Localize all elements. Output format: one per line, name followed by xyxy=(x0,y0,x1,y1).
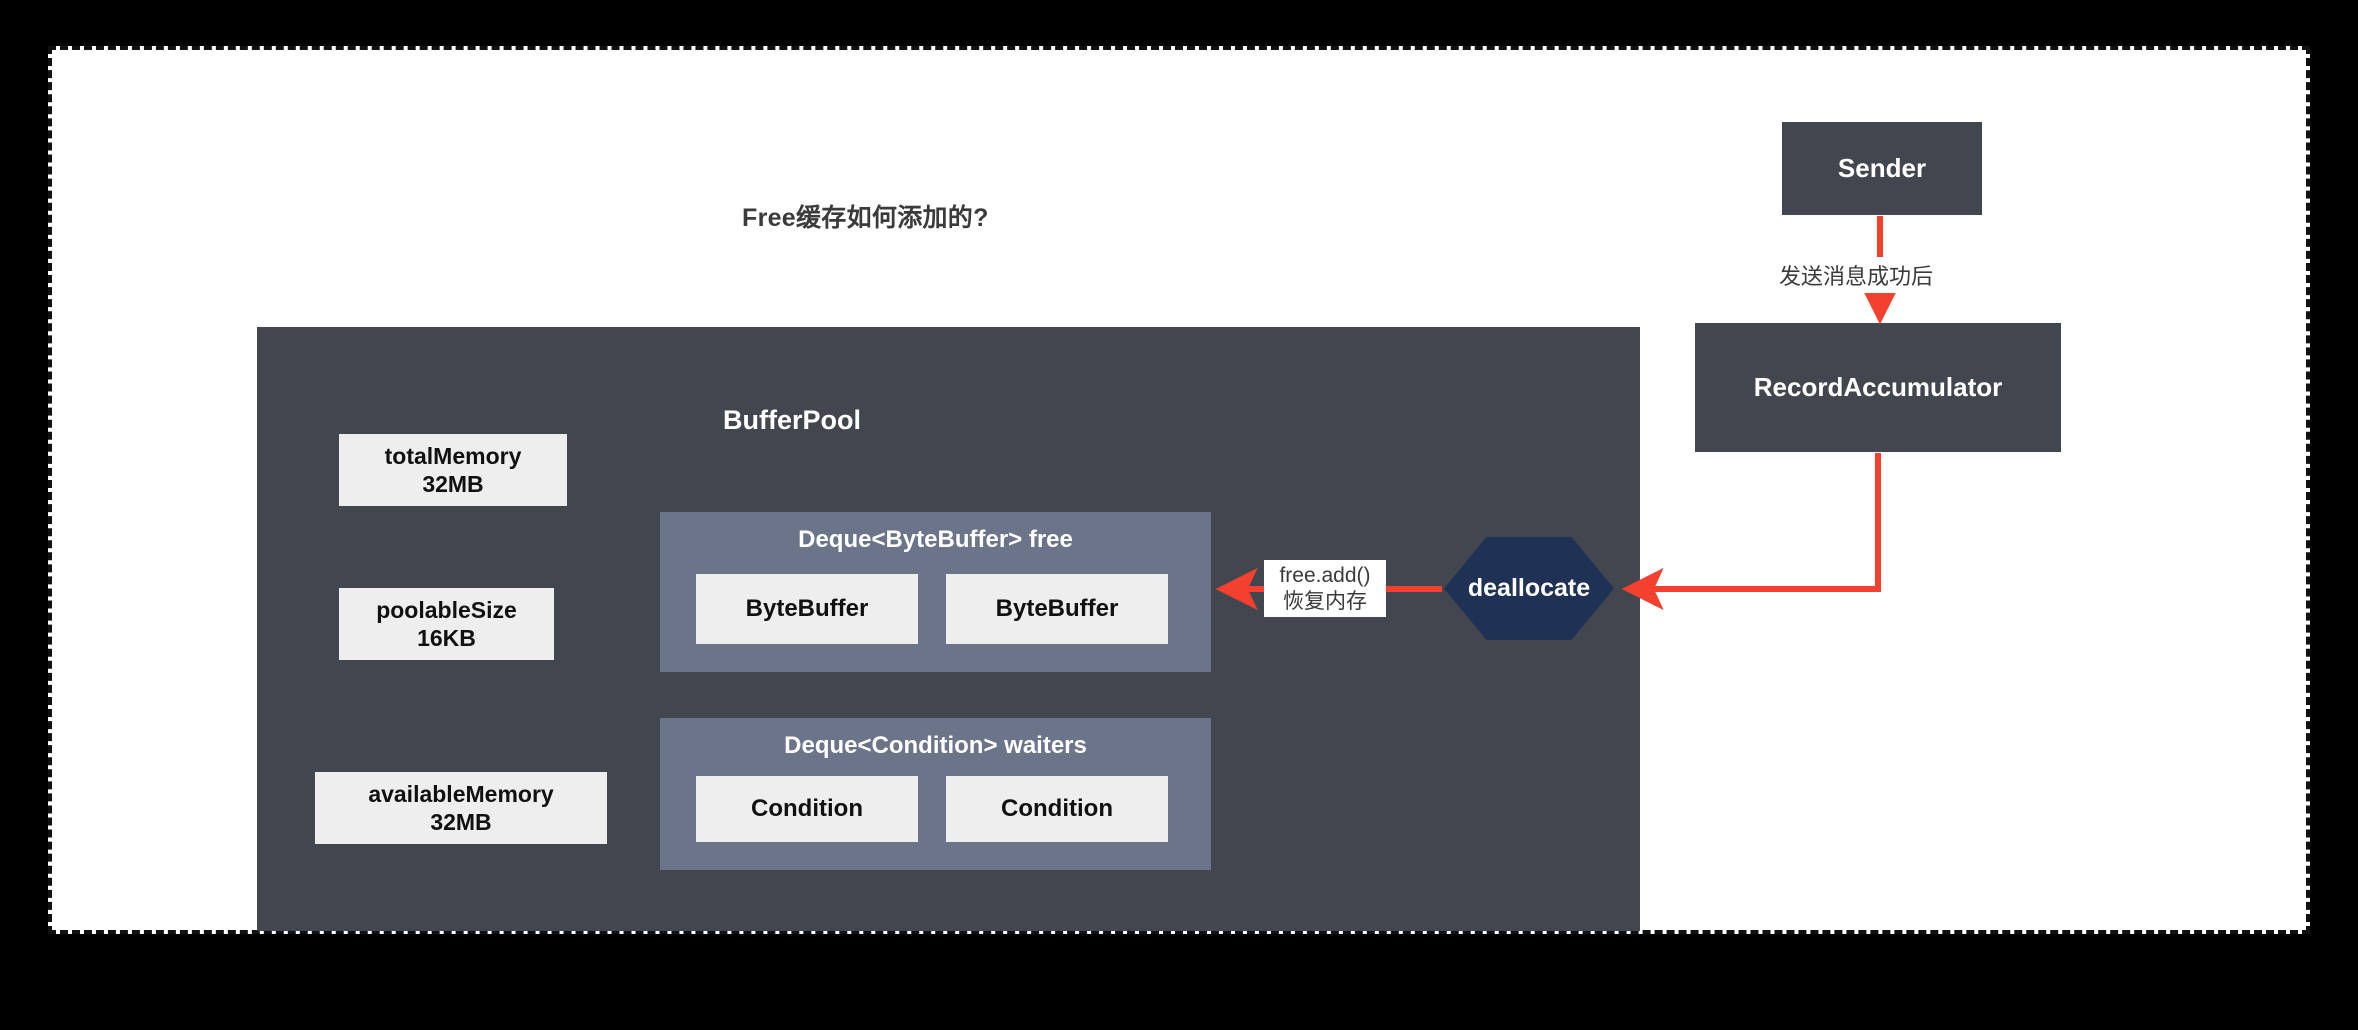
edge-label-free-add-line2: 恢复内存 xyxy=(1283,589,1367,613)
property-box-available-memory: availableMemory 32MB xyxy=(315,772,607,844)
diagram-sheet: Free缓存如何添加的? BufferPool totalMemory 32MB… xyxy=(48,46,2310,934)
deque-free-container: Deque<ByteBuffer> free ByteBuffer ByteBu… xyxy=(660,512,1211,672)
node-sender: Sender xyxy=(1782,122,1982,215)
property-box-poolable-size: poolableSize 16KB xyxy=(339,588,554,660)
node-record-accumulator: RecordAccumulator xyxy=(1695,323,2061,452)
deque-free-item: ByteBuffer xyxy=(696,574,918,644)
edge-label-send-success: 发送消息成功后 xyxy=(1775,257,1938,293)
deque-free-title: Deque<ByteBuffer> free xyxy=(798,526,1073,553)
property-value: 16KB xyxy=(417,625,476,651)
page-title: Free缓存如何添加的? xyxy=(742,204,989,232)
edge-label-free-add: free.add() 恢复内存 xyxy=(1264,560,1386,618)
deque-waiters-title: Deque<Condition> waiters xyxy=(784,732,1087,759)
edge-label-free-add-line1: free.add() xyxy=(1279,564,1371,587)
property-name: availableMemory xyxy=(368,780,554,807)
bufferpool-title: BufferPool xyxy=(723,405,861,435)
property-name: poolableSize xyxy=(376,596,517,623)
property-name: totalMemory xyxy=(384,442,522,469)
property-value: 32MB xyxy=(430,809,492,835)
diagram-canvas: Free缓存如何添加的? BufferPool totalMemory 32MB… xyxy=(0,0,2358,980)
deque-waiters-container: Deque<Condition> waiters Condition Condi… xyxy=(660,718,1211,870)
property-box-total-memory: totalMemory 32MB xyxy=(339,434,567,506)
deque-free-item: ByteBuffer xyxy=(946,574,1168,644)
deque-waiters-item: Condition xyxy=(696,776,918,842)
deque-waiters-item: Condition xyxy=(946,776,1168,842)
edge-accumulator-to-deallocate xyxy=(1621,453,1881,610)
property-value: 32MB xyxy=(422,471,484,497)
